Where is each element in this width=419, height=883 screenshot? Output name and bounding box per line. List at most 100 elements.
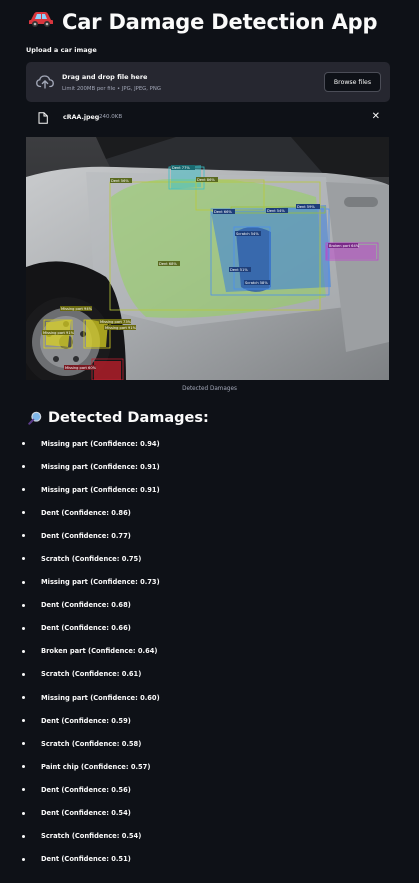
overlay-label: Missing part 94% — [61, 307, 93, 311]
file-size: 240.0KB — [99, 114, 123, 120]
detection-item: Dent (Confidence: 0.86) — [22, 501, 402, 524]
detection-confidence: (Confidence: 0.56) — [59, 785, 131, 794]
bullet-icon — [22, 857, 25, 861]
file-dropzone[interactable]: Drag and drop file here Limit 200MB per … — [26, 62, 390, 102]
bullet-icon — [22, 511, 25, 515]
detection-item: Scratch (Confidence: 0.54) — [22, 825, 402, 848]
detection-item: Dent (Confidence: 0.56) — [22, 778, 402, 801]
detection-text: Dent (Confidence: 0.77) — [41, 532, 131, 540]
detection-confidence: (Confidence: 0.77) — [59, 531, 131, 540]
detections-list: Missing part (Confidence: 0.94) Missing p… — [22, 432, 402, 871]
detection-item: Dent (Confidence: 0.59) — [22, 709, 402, 732]
detection-item: Missing part (Confidence: 0.60) — [22, 686, 402, 709]
overlay-label: Scratch 54% — [236, 232, 259, 236]
detection-text: Scratch (Confidence: 0.54) — [41, 832, 141, 840]
detection-type: Scratch — [41, 555, 70, 564]
bullet-icon — [22, 649, 25, 653]
detection-confidence: (Confidence: 0.61) — [69, 670, 142, 679]
detection-text: Dent (Confidence: 0.86) — [41, 509, 131, 517]
detection-item: Scratch (Confidence: 0.61) — [22, 663, 402, 686]
overlay-label: Dent 77% — [172, 166, 190, 170]
detection-type: Missing part — [41, 462, 88, 471]
overlay-label: Missing part 91% — [105, 326, 137, 330]
detection-confidence: (Confidence: 0.58) — [69, 739, 142, 748]
detection-type: Dent — [41, 785, 60, 794]
bullet-icon — [22, 465, 25, 469]
bullet-icon — [22, 788, 25, 792]
detection-text: Dent (Confidence: 0.66) — [41, 624, 131, 632]
detection-confidence: (Confidence: 0.57) — [78, 762, 151, 771]
detection-text: Missing part (Confidence: 0.73) — [41, 578, 160, 586]
car-icon — [28, 9, 54, 35]
detection-confidence: (Confidence: 0.51) — [59, 855, 131, 864]
detection-confidence: (Confidence: 0.54) — [59, 809, 131, 818]
detection-confidence: (Confidence: 0.60) — [87, 693, 160, 702]
detection-type: Dent — [41, 508, 60, 517]
detection-item: Missing part (Confidence: 0.91) — [22, 478, 402, 501]
detection-type: Dent — [41, 624, 60, 633]
bullet-icon — [22, 834, 25, 838]
file-name: cRAA.jpeg — [63, 114, 100, 121]
car-photo: Dent 56% Dent 77% Dent 86% Dent 66% Dent… — [26, 137, 389, 380]
detection-text: Dent (Confidence: 0.68) — [41, 601, 131, 609]
detection-text: Missing part (Confidence: 0.91) — [41, 486, 160, 494]
detection-text: Scratch (Confidence: 0.58) — [41, 740, 141, 748]
bullet-icon — [22, 442, 25, 445]
detection-type: Missing part — [41, 693, 88, 702]
overlay-label: Dent 86% — [197, 178, 215, 182]
app-title: Car Damage Detection App — [62, 10, 378, 34]
close-icon[interactable]: ✕ — [372, 112, 380, 122]
bullet-icon — [22, 534, 25, 538]
detection-text: Missing part (Confidence: 0.60) — [41, 694, 160, 702]
detection-type: Dent — [41, 531, 60, 540]
detection-confidence: (Confidence: 0.54) — [69, 832, 142, 841]
section-heading: Detected Damages: — [48, 410, 209, 426]
detection-confidence: (Confidence: 0.91) — [87, 462, 160, 471]
browse-files-button[interactable]: Browse files — [324, 72, 381, 92]
detection-type: Dent — [41, 809, 60, 818]
dropzone-limit: Limit 200MB per file • JPG, JPEG, PNG — [62, 86, 161, 92]
detection-image: Dent 56% Dent 77% Dent 86% Dent 66% Dent… — [26, 137, 389, 380]
detection-item: Scratch (Confidence: 0.75) — [22, 547, 402, 570]
detection-text: Dent (Confidence: 0.56) — [41, 786, 131, 794]
detection-text: Scratch (Confidence: 0.75) — [41, 555, 141, 563]
detection-type: Scratch — [41, 739, 70, 748]
detection-item: Missing part (Confidence: 0.94) — [22, 432, 402, 455]
bullet-icon — [22, 719, 25, 723]
detection-confidence: (Confidence: 0.64) — [85, 647, 158, 656]
detection-text: Dent (Confidence: 0.51) — [41, 855, 131, 863]
detection-item: Dent (Confidence: 0.68) — [22, 594, 402, 617]
dropzone-title: Drag and drop file here — [62, 73, 148, 81]
detection-item: Dent (Confidence: 0.77) — [22, 524, 402, 547]
detection-text: Paint chip (Confidence: 0.57) — [41, 763, 150, 771]
page-title: Car Damage Detection App — [28, 9, 378, 35]
detection-item: Dent (Confidence: 0.54) — [22, 802, 402, 825]
detection-item: Missing part (Confidence: 0.73) — [22, 571, 402, 594]
detection-item: Paint chip (Confidence: 0.57) — [22, 755, 402, 778]
detection-type: Scratch — [41, 832, 70, 841]
overlay-label: Missing part 73% — [100, 320, 132, 324]
overlay-label: Dent 51% — [230, 268, 248, 272]
file-icon — [38, 112, 48, 124]
detection-type: Dent — [41, 601, 60, 610]
detection-type: Scratch — [41, 670, 70, 679]
upload-label: Upload a car image — [26, 46, 97, 54]
detection-confidence: (Confidence: 0.86) — [59, 508, 131, 517]
overlay-label: Missing part 91% — [43, 331, 75, 335]
detection-text: Scratch (Confidence: 0.61) — [41, 670, 141, 678]
detection-confidence: (Confidence: 0.59) — [59, 716, 131, 725]
detection-type: Broken part — [41, 647, 86, 656]
detection-confidence: (Confidence: 0.73) — [87, 578, 160, 587]
detection-text: Dent (Confidence: 0.54) — [41, 809, 131, 817]
bullet-icon — [22, 742, 25, 746]
overlay-label: Dent 66% — [214, 210, 232, 214]
magnifier-icon — [28, 411, 42, 425]
detection-confidence: (Confidence: 0.94) — [87, 439, 160, 448]
detection-text: Missing part (Confidence: 0.94) — [41, 440, 160, 448]
overlay-label: Scratch 58% — [245, 281, 268, 285]
uploaded-file: cRAA.jpeg 240.0KB ✕ — [26, 108, 390, 128]
bullet-icon — [22, 488, 25, 492]
bullet-icon — [22, 626, 25, 630]
overlay-label: Missing part 60% — [65, 366, 97, 370]
bullet-icon — [22, 672, 25, 676]
